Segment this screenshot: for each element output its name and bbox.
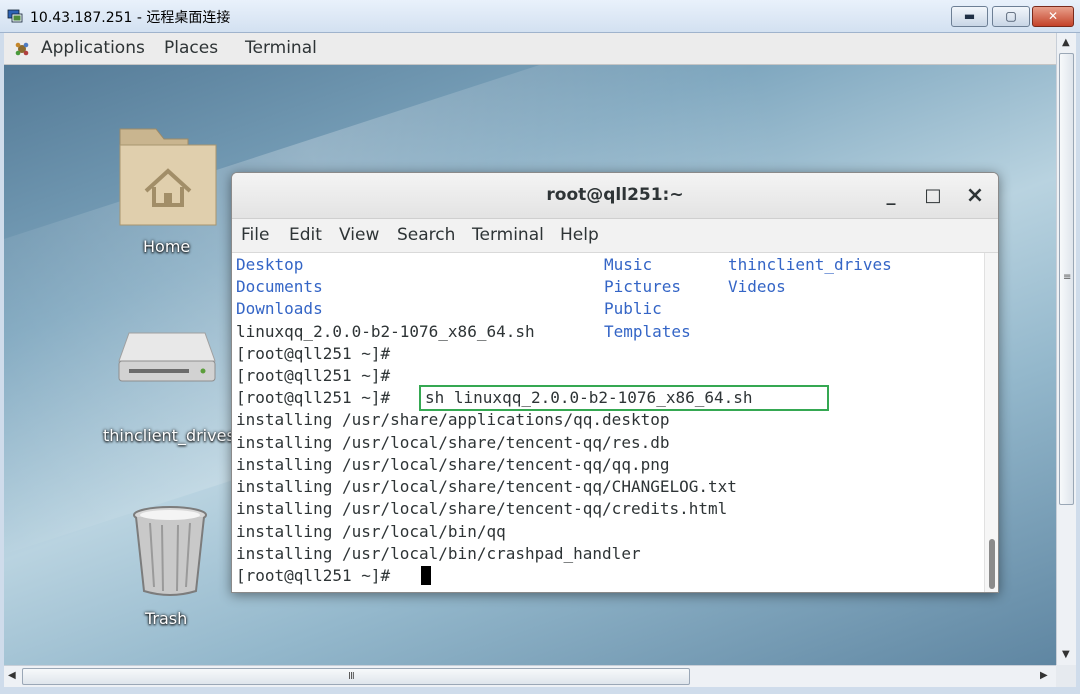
rdp-vertical-scroll-thumb[interactable]: ≡ [1059,53,1074,505]
rdp-horizontal-scroll-thumb[interactable]: III [22,668,690,685]
gnome-top-bar: Applications Places Terminal [4,33,1056,65]
shell-prompt: [root@qll251 ~]# [236,388,391,407]
install-output-line: installing /usr/local/bin/qq [236,522,506,541]
ls-entry: Documents [236,277,323,296]
scroll-right-arrow-icon[interactable]: ▶ [1040,670,1048,681]
rdp-vertical-scrollbar[interactable]: ▲ ≡ ▼ [1056,33,1076,665]
shell-prompt: [root@qll251 ~]# [236,366,391,385]
shell-prompt: [root@qll251 ~]# [236,344,391,363]
desktop-icon-label: thinclient_drives [103,426,235,445]
terminal-output[interactable]: Desktop Documents Downloads linuxqq_2.0.… [232,253,982,592]
desktop-icon-thinclient-drives[interactable]: thinclient_drives [100,321,235,451]
close-icon: × [965,183,985,208]
install-output-line: installing /usr/local/share/tencent-qq/r… [236,433,670,452]
terminal-menu-bar: File Edit View Search Terminal Help [232,219,998,253]
ls-entry: Videos [728,277,786,296]
scrollbar-corner [1056,665,1076,687]
terminal-window: root@qll251:~ _ □ × File Edit View Searc… [231,172,999,593]
ls-entry: thinclient_drives [728,255,892,274]
rdp-title-bar: 10.43.187.251 - 远程桌面连接 ▬ ▢ ✕ [0,0,1080,33]
window-frame-right [1076,33,1080,687]
places-menu[interactable]: Places [164,38,218,58]
remote-desktop: Applications Places Terminal Home thincl… [4,33,1056,665]
grip-icon: ≡ [1063,272,1071,283]
maximize-icon: ▢ [1005,9,1017,23]
install-output-line: installing /usr/share/applications/qq.de… [236,410,670,429]
minimize-icon: _ [886,185,896,206]
close-icon: ✕ [1047,9,1059,23]
ls-entry: Music [604,255,653,274]
scroll-left-arrow-icon[interactable]: ◀ [8,670,16,681]
ls-entry: Public [604,299,662,318]
ls-entry: Desktop [236,255,304,274]
terminal-maximize-button[interactable]: □ [920,183,946,209]
terminal-menu[interactable]: Terminal [245,38,317,58]
drive-icon [118,332,216,382]
install-output-line: installing /usr/local/share/tencent-qq/C… [236,477,737,496]
scroll-up-arrow-icon[interactable]: ▲ [1062,37,1070,48]
rdp-window-title: 10.43.187.251 - 远程桌面连接 [30,10,231,26]
menu-edit[interactable]: Edit [289,225,322,245]
menu-file[interactable]: File [241,225,269,245]
maximize-icon: □ [924,185,942,206]
ls-entry: Downloads [236,299,323,318]
window-frame-bottom [0,687,1080,694]
terminal-scrollbar[interactable] [984,253,998,592]
grip-icon: III [348,671,355,682]
terminal-header-bar[interactable]: root@qll251:~ _ □ × [232,173,998,219]
menu-terminal[interactable]: Terminal [472,225,544,245]
text-cursor [421,565,431,587]
rdp-close-button[interactable]: ✕ [1032,6,1074,27]
trash-icon [133,506,207,596]
menu-view[interactable]: View [339,225,379,245]
rdp-minimize-button[interactable]: ▬ [951,6,988,27]
menu-search[interactable]: Search [397,225,455,245]
scroll-down-arrow-icon[interactable]: ▼ [1062,649,1070,660]
terminal-close-button[interactable]: × [962,183,988,209]
remote-desktop-icon [7,9,23,23]
terminal-minimize-button[interactable]: _ [878,183,904,209]
ls-entry: linuxqq_2.0.0-b2-1076_x86_64.sh [236,322,535,341]
rdp-maximize-button[interactable]: ▢ [992,6,1030,27]
ls-entry: Pictures [604,277,682,296]
install-output-line: installing /usr/local/bin/crashpad_handl… [236,544,641,563]
install-output-line: installing /usr/local/share/tencent-qq/q… [236,455,670,474]
command-highlight-box [419,385,829,411]
desktop-icon-label: Trash [145,609,188,628]
shell-prompt: [root@qll251 ~]# [236,566,391,585]
desktop-icon-trash[interactable]: Trash [122,505,212,635]
install-output-line: installing /usr/local/share/tencent-qq/c… [236,499,728,518]
rdp-horizontal-scrollbar[interactable]: ◀ III ▶ [4,665,1056,687]
desktop-icon-label: Home [143,237,191,256]
terminal-scrollbar-thumb[interactable] [989,539,995,589]
menu-help[interactable]: Help [560,225,599,245]
applications-menu-icon [15,42,29,56]
minimize-icon: ▬ [963,9,976,23]
applications-menu[interactable]: Applications [41,38,145,58]
ls-entry: Templates [604,322,691,341]
home-folder-icon [119,128,217,226]
desktop-icon-home[interactable]: Home [112,125,222,265]
